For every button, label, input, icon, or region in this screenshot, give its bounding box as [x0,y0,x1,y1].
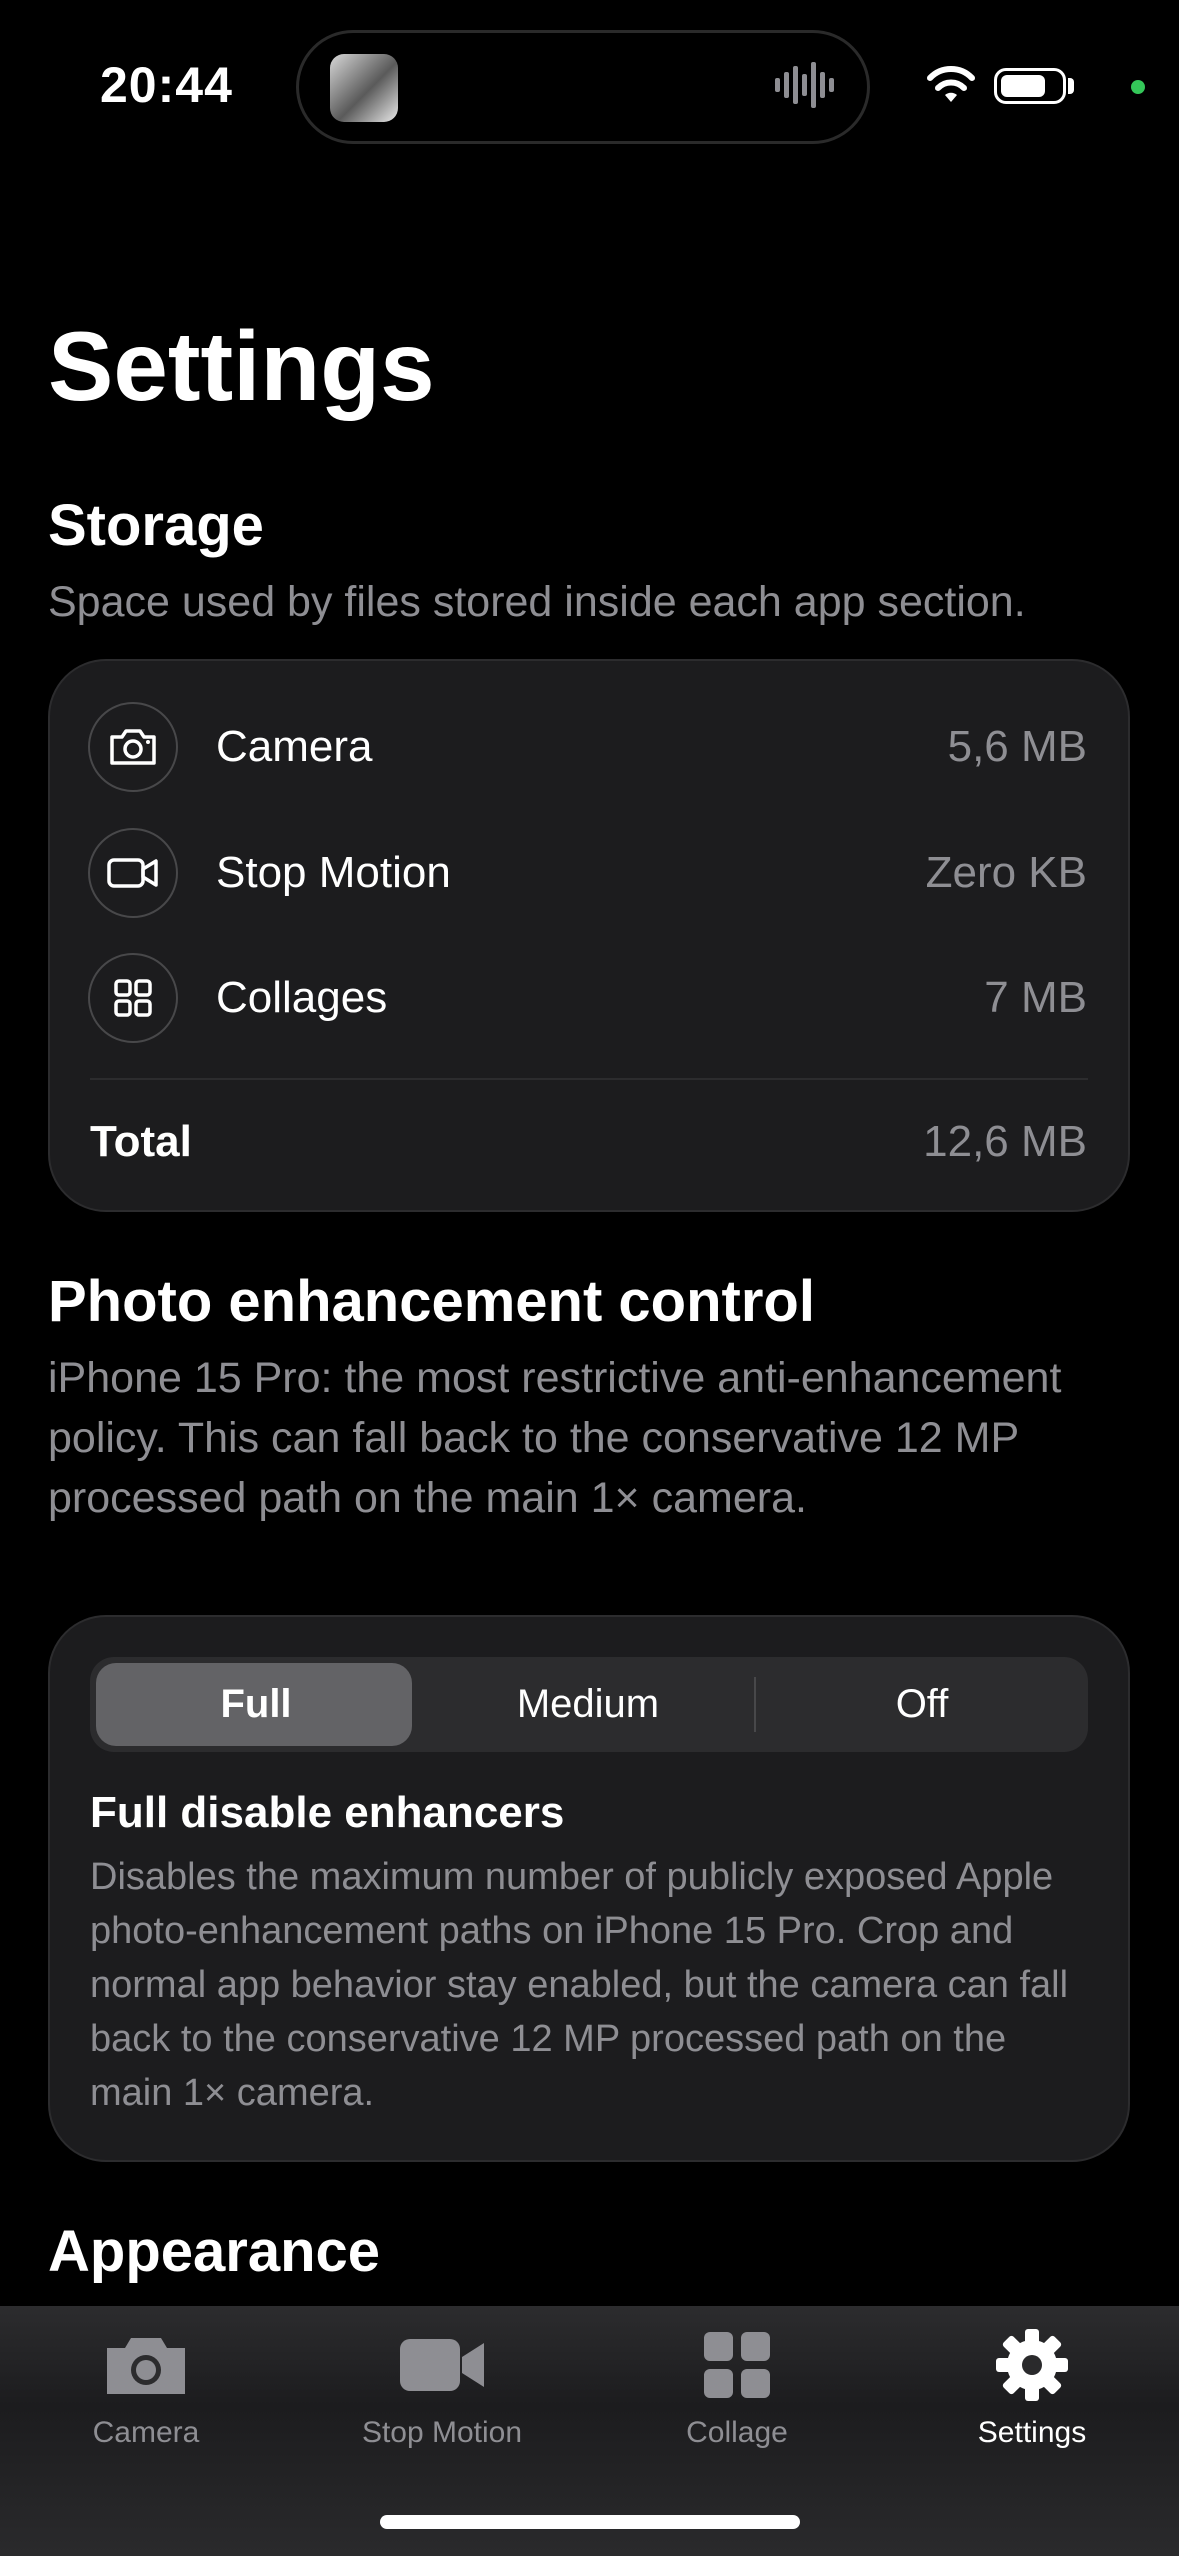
tab-stop-motion-label: Stop Motion [361,2416,523,2449]
divider [90,1078,1088,1080]
gear-icon [912,2320,1152,2410]
tab-camera-label: Camera [92,2416,200,2449]
enhancement-title: Photo enhancement control [48,1269,815,1334]
video-icon [88,828,178,918]
tab-settings-label: Settings [977,2416,1087,2449]
camera-icon [88,702,178,792]
tab-settings[interactable]: Settings [912,2320,1152,2450]
audio-waveform-icon [775,62,834,108]
tab-collage-label: Collage [686,2416,788,2449]
tab-collage[interactable]: Collage [617,2320,857,2450]
page-title: Settings [48,311,435,421]
wifi-icon [927,66,975,102]
option-title: Full disable enhancers [90,1788,565,1837]
storage-item-camera-label: Camera [216,722,373,771]
total-value: 12,6 MB [923,1117,1087,1166]
video-icon [322,2320,562,2410]
tab-camera[interactable]: Camera [26,2320,266,2450]
segment-off[interactable]: Off [756,1657,1088,1752]
storage-item-camera-value: 5,6 MB [947,722,1087,771]
option-description: Disables the maximum number of publicly … [90,1856,1069,2114]
grid-icon [88,953,178,1043]
battery-icon [994,68,1066,104]
status-time: 20:44 [100,57,233,113]
segment-full[interactable]: Full [90,1657,422,1752]
grid-icon [617,2320,857,2410]
storage-item-stop-motion-label: Stop Motion [216,848,451,897]
battery-nub [1068,78,1074,94]
storage-item-collages-value: 7 MB [984,973,1087,1022]
storage-item-collages-label: Collages [216,973,388,1022]
tab-stop-motion[interactable]: Stop Motion [322,2320,562,2450]
storage-description: Space used by files stored inside each a… [48,578,1026,626]
camera-icon [26,2320,266,2410]
segment-medium[interactable]: Medium [422,1657,754,1752]
appearance-title: Appearance [48,2219,381,2284]
media-thumbnail [330,54,398,122]
storage-item-stop-motion-value: Zero KB [925,848,1087,897]
home-indicator[interactable] [380,2515,800,2529]
total-label: Total [90,1117,192,1166]
storage-title: Storage [48,493,264,558]
recording-indicator [1131,80,1145,94]
enhancement-description: iPhone 15 Pro: the most restrictive anti… [48,1354,1062,1522]
